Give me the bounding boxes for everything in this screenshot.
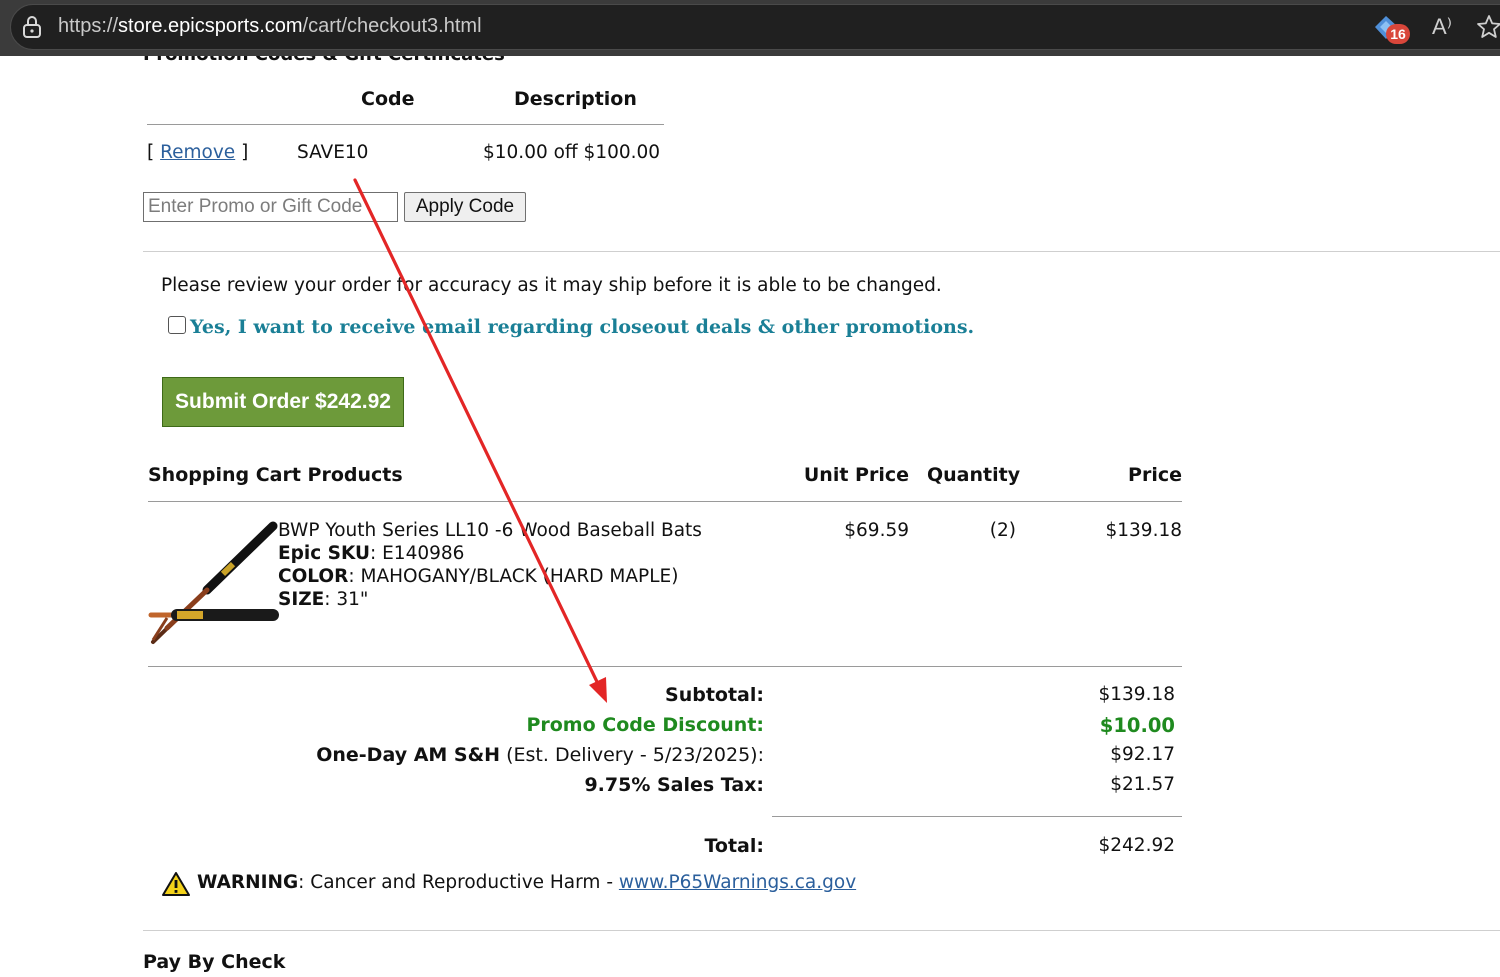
promo-code-input[interactable] bbox=[143, 192, 398, 222]
promo-col-code: Code bbox=[361, 88, 415, 110]
remove-close-bracket: ] bbox=[235, 142, 249, 163]
shipping-method: One-Day AM S&H bbox=[316, 744, 501, 766]
warning-label: WARNING bbox=[197, 872, 299, 893]
email-optin-checkbox[interactable] bbox=[168, 316, 186, 334]
pay-by-check-heading: Pay By Check bbox=[143, 951, 286, 973]
lock-icon[interactable] bbox=[22, 15, 42, 39]
promo-discount-label: Promo Code Discount: bbox=[526, 714, 764, 736]
submit-order-button[interactable]: Submit Order $242.92 bbox=[162, 377, 404, 427]
cart-col-products: Shopping Cart Products bbox=[148, 464, 403, 486]
subtotal-value: $139.18 bbox=[1098, 684, 1175, 705]
url-text[interactable]: https://store.epicsports.com/cart/checko… bbox=[58, 15, 482, 38]
warning-triangle-icon bbox=[162, 872, 190, 896]
remove-open-bracket: [ bbox=[147, 142, 161, 163]
item-quantity: (2) bbox=[989, 520, 1016, 541]
total-label: Total: bbox=[704, 835, 764, 857]
sku-label: Epic SKU bbox=[278, 543, 370, 564]
review-notice: Please review your order for accuracy as… bbox=[161, 275, 942, 296]
totals-divider bbox=[772, 816, 1182, 817]
item-unit-price: $69.59 bbox=[844, 520, 909, 541]
product-color: COLOR: MAHOGANY/BLACK (HARD MAPLE) bbox=[278, 566, 678, 587]
payment-divider bbox=[143, 930, 1500, 931]
cart-items-divider bbox=[148, 666, 1182, 667]
promo-col-description: Description bbox=[514, 88, 637, 110]
promo-header-divider bbox=[147, 124, 664, 125]
url-path: /cart/checkout3.html bbox=[302, 15, 482, 37]
section-divider bbox=[143, 251, 1500, 252]
promo-remove-group: [ Remove ] bbox=[147, 142, 248, 163]
color-value: : MAHOGANY/BLACK (HARD MAPLE) bbox=[348, 566, 679, 587]
size-value: : 31" bbox=[324, 589, 369, 610]
size-label: SIZE bbox=[278, 589, 325, 610]
item-price: $139.18 bbox=[1105, 520, 1182, 541]
applied-promo-code: SAVE10 bbox=[297, 142, 369, 163]
browser-toolbar: https://store.epicsports.com/cart/checko… bbox=[0, 0, 1500, 56]
apply-code-button[interactable]: Apply Code bbox=[404, 192, 526, 222]
sales-tax-value: $21.57 bbox=[1110, 774, 1175, 795]
cart-col-price: Price bbox=[1128, 464, 1182, 486]
subtotal-label: Subtotal: bbox=[665, 684, 764, 706]
warning-text: : Cancer and Reproductive Harm - bbox=[298, 872, 619, 893]
prop65-warning: WARNING: Cancer and Reproductive Harm - … bbox=[197, 872, 856, 893]
color-label: COLOR bbox=[278, 566, 349, 587]
email-optin-label[interactable]: Yes, I want to receive email regarding c… bbox=[190, 316, 974, 338]
sales-tax-label: 9.75% Sales Tax: bbox=[584, 774, 764, 796]
shipping-estimate: (Est. Delivery - 5/23/2025): bbox=[500, 744, 764, 766]
p65-warnings-link[interactable]: www.P65Warnings.ca.gov bbox=[619, 872, 856, 893]
cart-col-unit-price: Unit Price bbox=[803, 464, 909, 486]
shipping-label: One-Day AM S&H (Est. Delivery - 5/23/202… bbox=[316, 744, 764, 766]
extension-badge: 16 bbox=[1386, 24, 1410, 44]
remove-promo-link[interactable]: Remove bbox=[160, 142, 235, 163]
total-value: $242.92 bbox=[1098, 835, 1175, 856]
promo-discount-value: $10.00 bbox=[1099, 714, 1175, 737]
product-name[interactable]: BWP Youth Series LL10 -6 Wood Baseball B… bbox=[278, 520, 702, 541]
sku-value: : E140986 bbox=[370, 543, 465, 564]
applied-promo-description: $10.00 off $100.00 bbox=[483, 142, 661, 163]
cart-col-quantity: Quantity bbox=[927, 464, 1021, 486]
read-aloud-icon[interactable]: A⁾ bbox=[1432, 14, 1452, 40]
shipping-value: $92.17 bbox=[1110, 744, 1175, 765]
favorite-star-icon[interactable] bbox=[1476, 14, 1500, 40]
cart-header-divider bbox=[148, 501, 1182, 502]
product-sku: Epic SKU: E140986 bbox=[278, 543, 464, 564]
url-prefix: https:// bbox=[58, 15, 119, 37]
product-size: SIZE: 31" bbox=[278, 589, 368, 610]
url-host: store.epicsports.com bbox=[118, 15, 303, 37]
baseball-bat-product-image[interactable] bbox=[147, 520, 279, 648]
